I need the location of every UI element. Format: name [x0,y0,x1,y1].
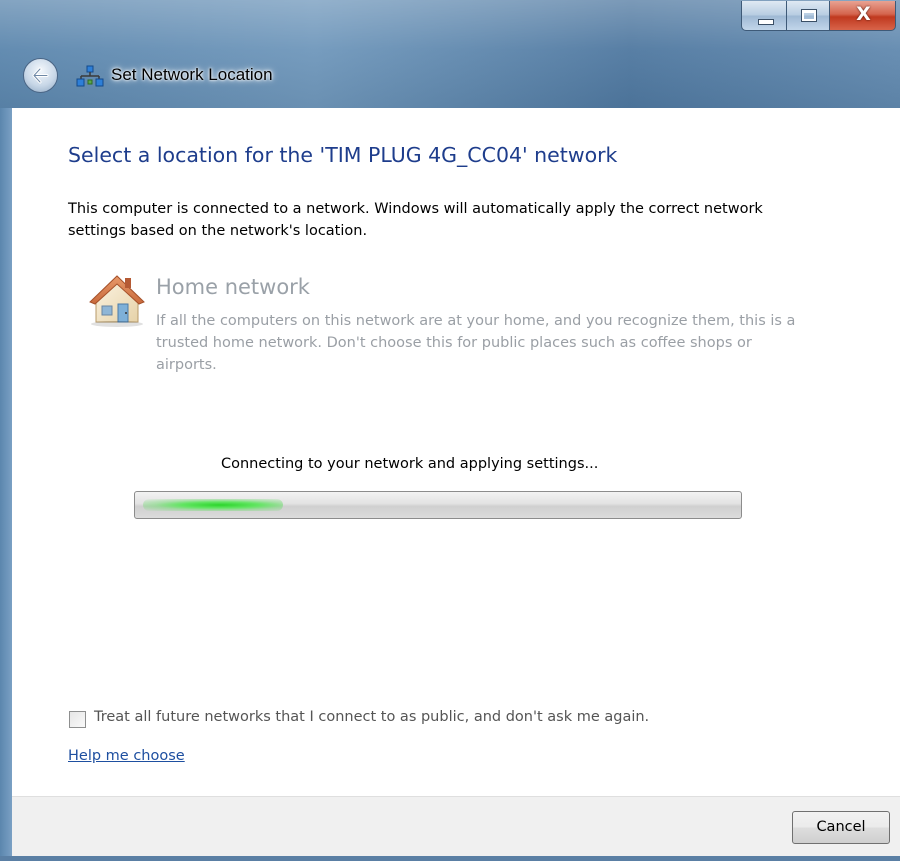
window-bottom-border [0,856,900,861]
progress-indicator [143,499,283,511]
back-arrow-icon [32,67,49,84]
status-text: Connecting to your network and applying … [221,456,599,472]
dialog-footer: Cancel [12,796,900,861]
location-description: If all the computers on this network are… [156,313,796,373]
page-heading: Select a location for the 'TIM PLUG 4G_C… [68,143,618,167]
minimize-icon [758,19,774,25]
public-networks-checkbox[interactable] [69,711,86,728]
network-icon [76,65,104,87]
house-icon [89,275,145,327]
window: X Set Network Location Select a location… [0,0,900,861]
title-bar[interactable]: X Set Network Location [0,0,900,108]
close-icon: X [856,3,871,25]
window-title: Set Network Location [111,65,273,84]
help-me-choose-link[interactable]: Help me choose [68,748,185,764]
window-left-border [0,108,12,861]
close-button[interactable]: X [829,1,896,31]
maximize-icon [801,9,817,22]
progress-bar [134,491,742,519]
content-panel: Select a location for the 'TIM PLUG 4G_C… [12,108,900,796]
cancel-button[interactable]: Cancel [792,811,890,844]
location-title: Home network [156,275,310,299]
maximize-button[interactable] [786,1,830,31]
checkbox-label[interactable]: Treat all future networks that I connect… [94,709,649,725]
back-button[interactable] [23,58,58,93]
caption-buttons: X [741,1,900,32]
intro-text: This computer is connected to a network.… [68,201,763,239]
minimize-button[interactable] [741,1,787,31]
